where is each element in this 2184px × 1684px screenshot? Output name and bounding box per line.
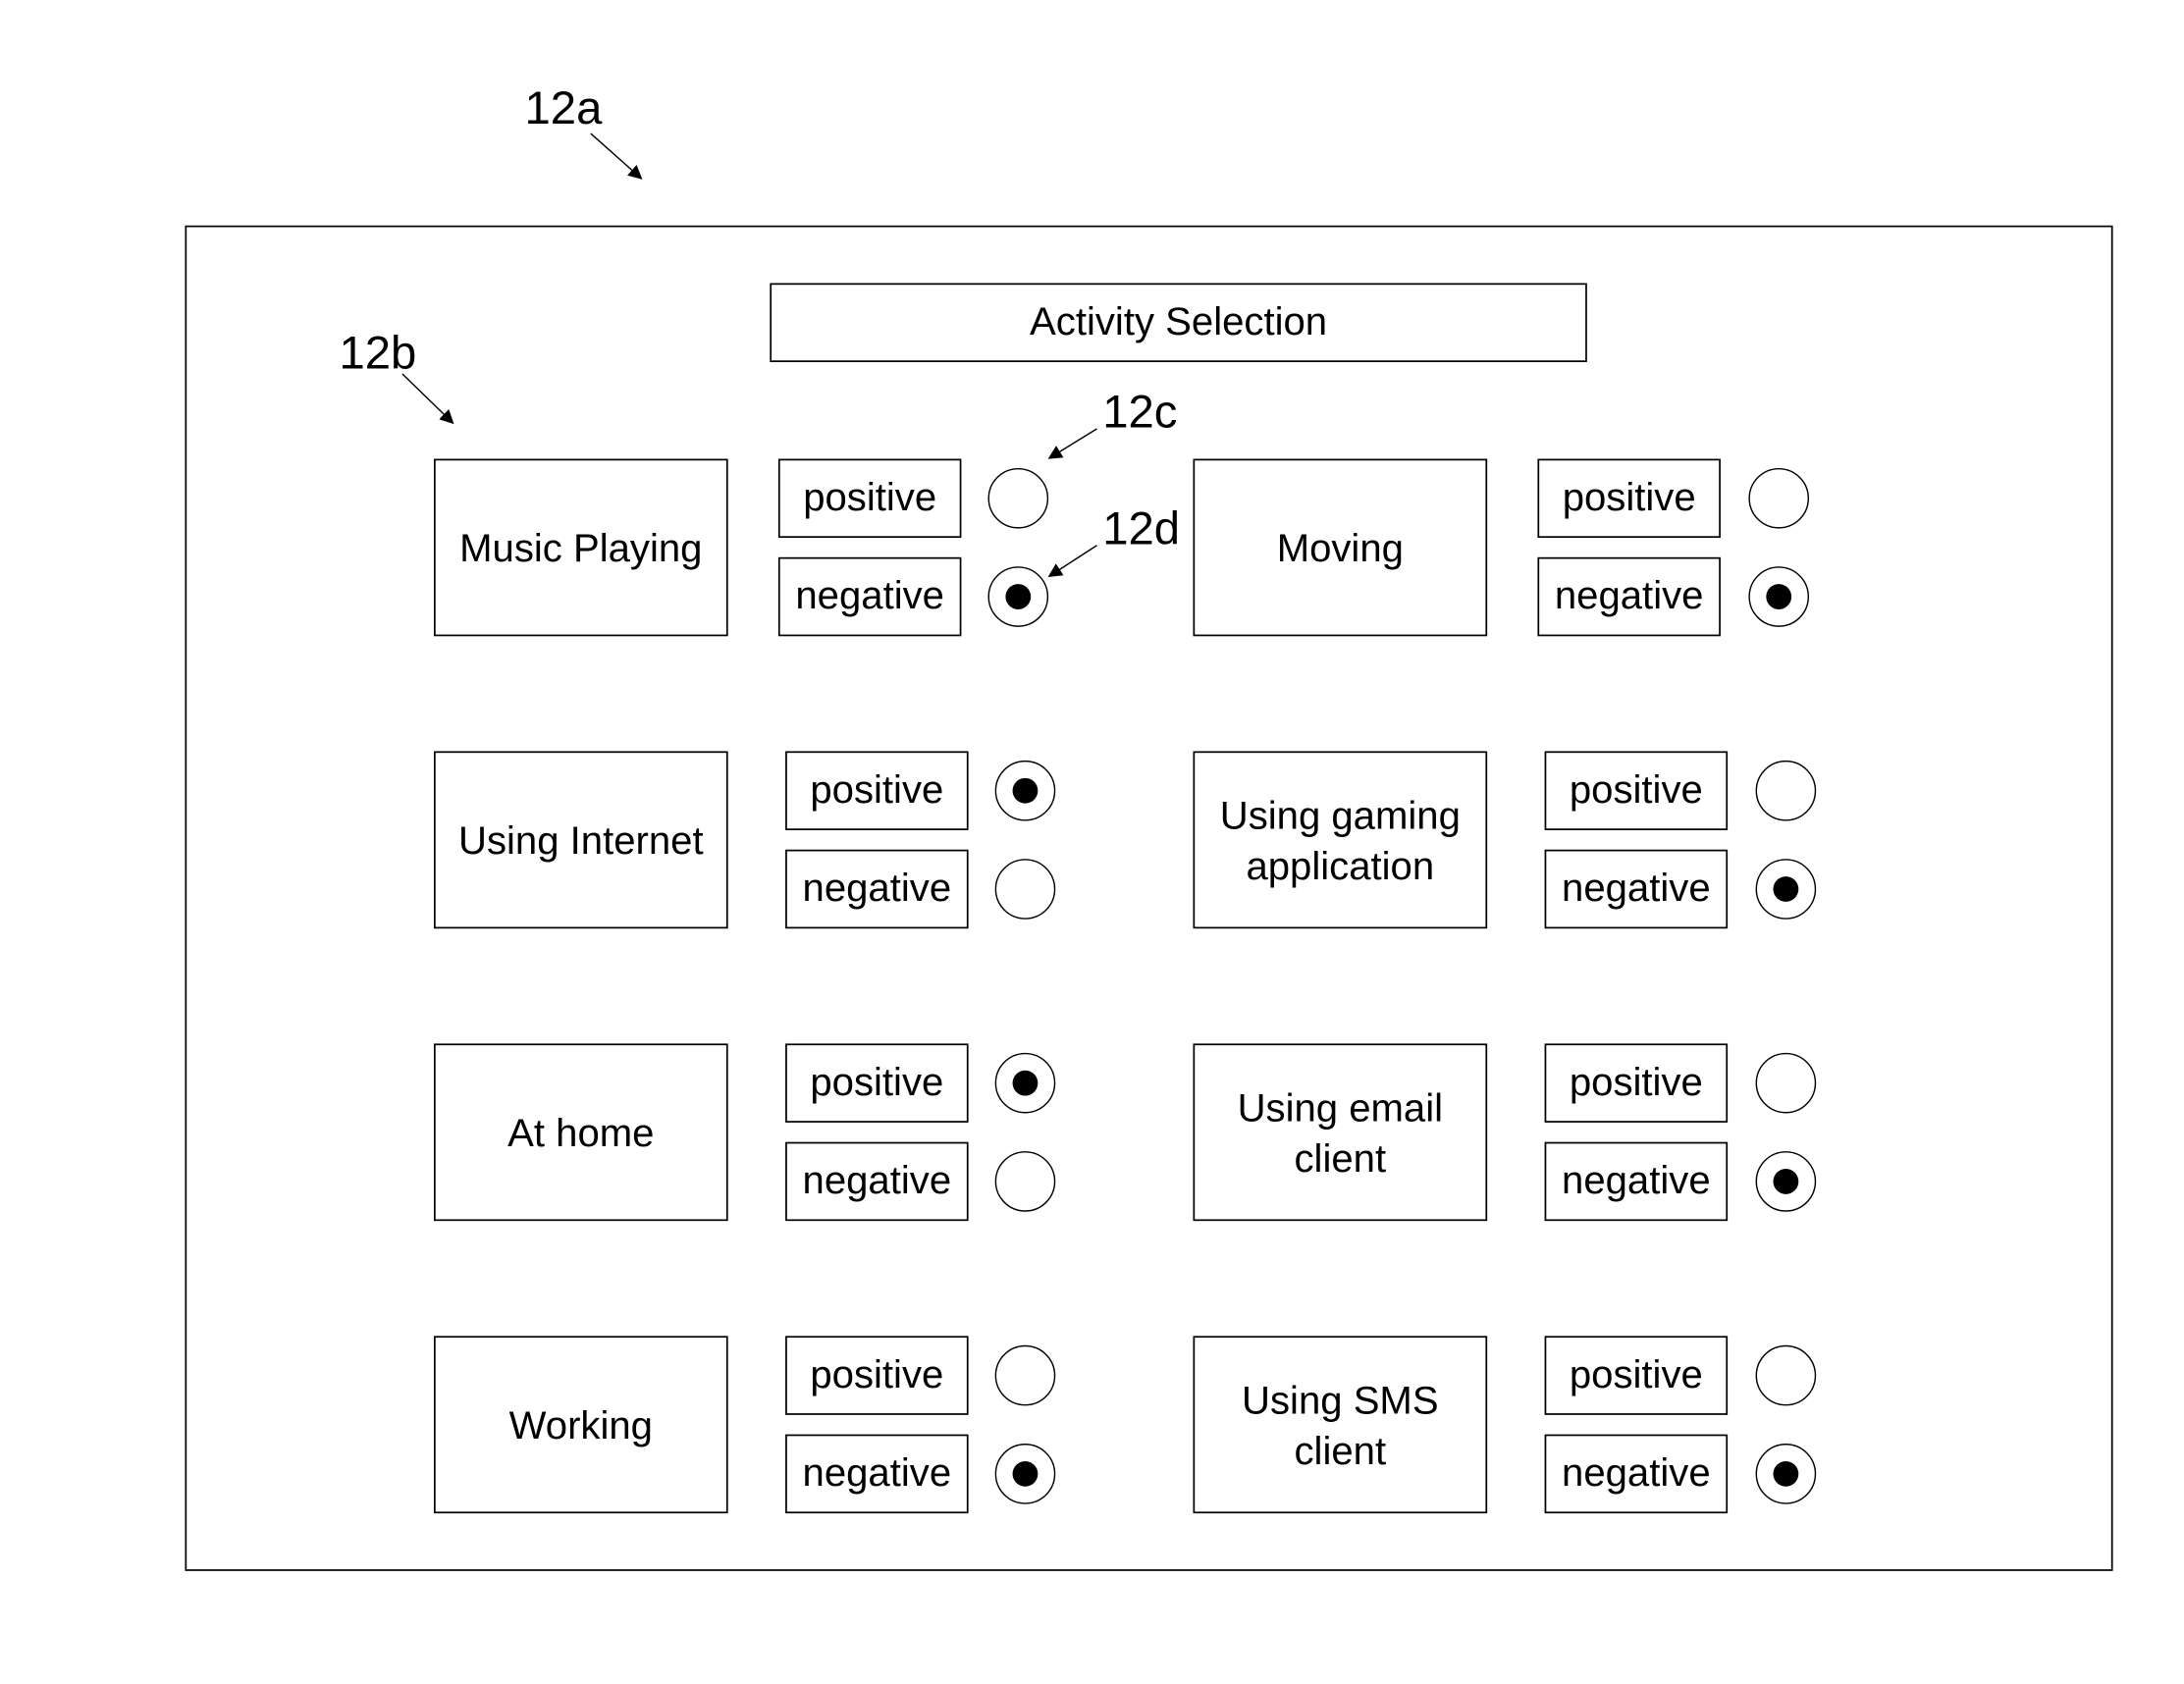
radio-selected-dot [1012, 1070, 1039, 1096]
activity-label: Music Playing [459, 527, 702, 570]
positive-option-label: positive [810, 1061, 943, 1104]
ref-label-12a: 12a [525, 82, 604, 134]
positive-radio-button[interactable] [1755, 1052, 1817, 1114]
radio-selected-dot [1766, 584, 1792, 609]
negative-option-label: negative [803, 1451, 952, 1495]
radio-selected-dot [1773, 1169, 1799, 1194]
negative-option-label: negative [1562, 1451, 1711, 1495]
activity-label: Using SMS [1242, 1379, 1439, 1422]
positive-option-label: positive [1570, 768, 1703, 812]
title-text: Activity Selection [1030, 300, 1327, 343]
radio-selected-dot [1773, 876, 1799, 902]
ref-arrow-12a [590, 132, 643, 180]
positive-radio-button[interactable] [1755, 760, 1817, 821]
activity-label: Using Internet [458, 819, 704, 863]
negative-radio-button[interactable] [994, 859, 1056, 920]
positive-option-label: positive [803, 476, 936, 519]
activity-label: Moving [1277, 527, 1404, 570]
negative-option-label: negative [1562, 1159, 1711, 1202]
ref-label-12b: 12b [339, 327, 416, 379]
positive-option-label: positive [810, 1353, 943, 1396]
negative-option-label: negative [803, 1159, 952, 1202]
activity-box [1193, 1336, 1488, 1514]
activity-label: Using gaming [1220, 794, 1461, 837]
activity-label: At home [507, 1112, 654, 1155]
positive-option-label: positive [1570, 1061, 1703, 1104]
activity-selection-figure: 12a Activity Selection 12b 12c 12d Music… [185, 82, 2113, 1571]
positive-option-label: positive [1563, 476, 1696, 519]
negative-option-label: negative [803, 867, 952, 910]
activity-label: client [1295, 1137, 1387, 1181]
activity-box [1193, 751, 1488, 929]
radio-selected-dot [1005, 584, 1032, 609]
ref-label-12c: 12c [1102, 386, 1177, 438]
radio-selected-dot [1012, 777, 1039, 804]
positive-radio-button[interactable] [1755, 1344, 1817, 1406]
activity-label: application [1246, 845, 1434, 888]
activity-box [1193, 1043, 1488, 1222]
positive-radio-button[interactable] [994, 1344, 1056, 1406]
positive-radio-button[interactable] [1748, 467, 1810, 529]
radio-selected-dot [1012, 1460, 1039, 1487]
activity-label: client [1295, 1430, 1387, 1473]
negative-option-label: negative [1555, 574, 1704, 617]
radio-selected-dot [1773, 1460, 1799, 1487]
positive-option-label: positive [1570, 1353, 1703, 1396]
negative-radio-button[interactable] [994, 1151, 1056, 1212]
activity-label: Using email [1238, 1086, 1443, 1130]
positive-radio-button[interactable] [987, 467, 1049, 529]
negative-option-label: negative [1562, 867, 1711, 910]
positive-option-label: positive [810, 768, 943, 812]
ref-label-12d: 12d [1102, 502, 1180, 554]
negative-option-label: negative [795, 574, 944, 617]
activity-label: Working [509, 1404, 653, 1447]
